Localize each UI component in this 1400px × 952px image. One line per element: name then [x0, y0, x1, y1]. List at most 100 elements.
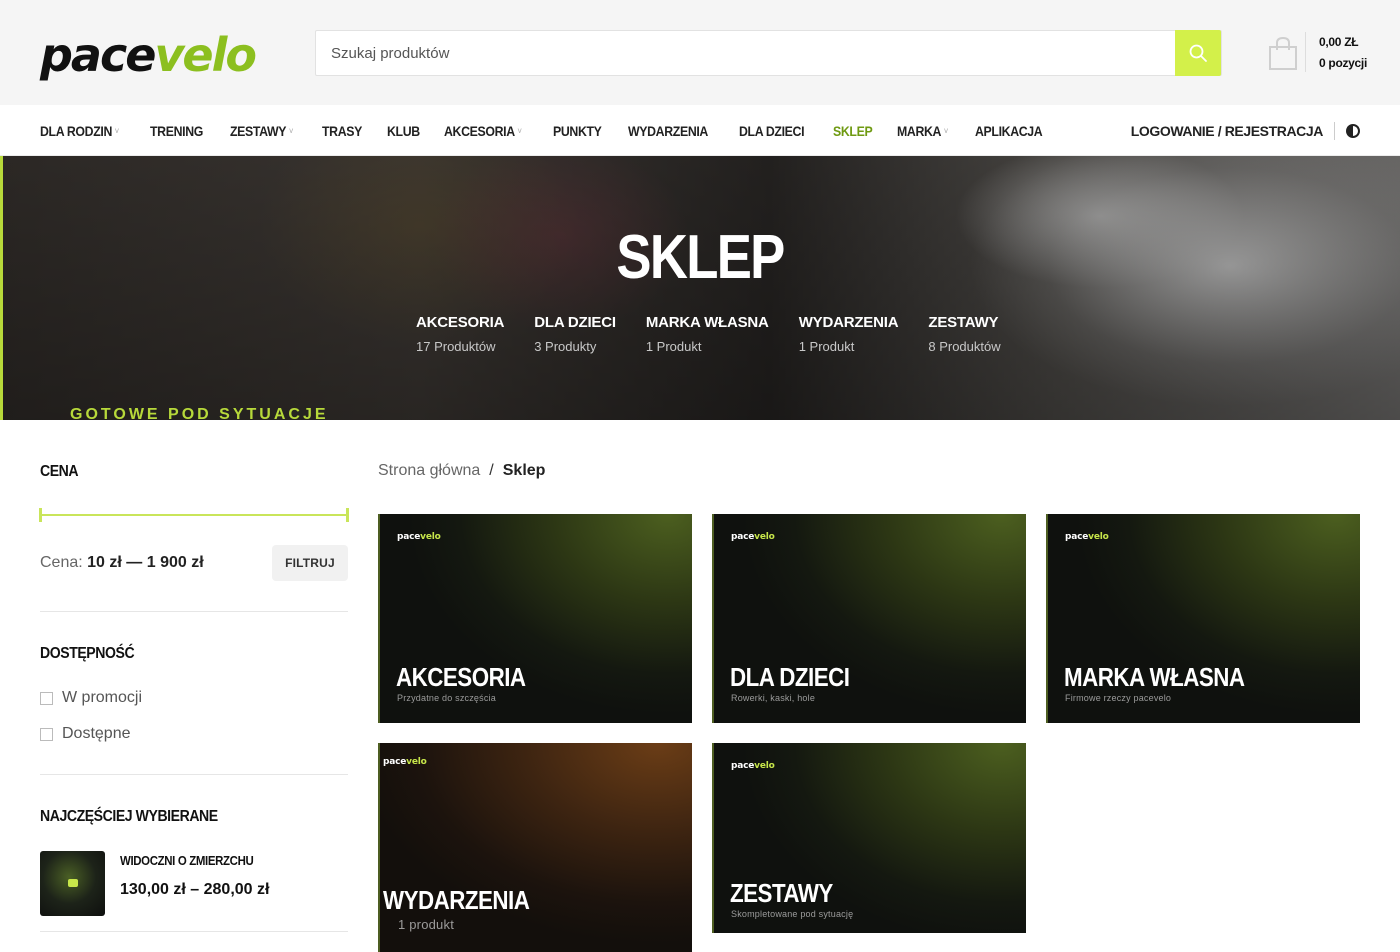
chevron-down-icon: ˅	[114, 125, 120, 136]
hero-category-link[interactable]: MARKA WŁASNA 1 Produkt	[646, 314, 769, 354]
search-icon	[1189, 44, 1207, 62]
cart-total[interactable]: 0,00 ZŁ	[1319, 35, 1359, 49]
hero-category-link[interactable]: WYDARZENIA 1 Produkt	[799, 314, 899, 354]
product-name[interactable]: WIDOCZNI O ZMIERZCHU	[120, 853, 254, 868]
hero-category-list: AKCESORIA 17 Produktów DLA DZIECI 3 Produkt…	[416, 314, 1031, 354]
card-logo-part-1: pace	[731, 761, 755, 771]
card-logo: pacevelo	[1065, 532, 1109, 542]
card-edge	[1046, 514, 1048, 723]
hero-strip-text: GOTOWE POD SYTUACJE	[70, 406, 329, 420]
card-logo: pacevelo	[731, 761, 775, 771]
card-edge	[378, 514, 380, 723]
nav-item-label: WYDARZENIA	[627, 122, 708, 139]
card-logo-part-1: pace	[731, 532, 755, 542]
card-edge	[712, 514, 714, 723]
chevron-down-icon: ˅	[944, 125, 949, 136]
card-subtitle: 1 produkt	[398, 917, 455, 932]
price-range-label: Cena: 10 zł — 1 900 zł	[40, 554, 204, 572]
nav-item-zestawy[interactable]: ZESTAWY ˅	[230, 123, 293, 139]
hero-category-name: DLA DZIECI	[534, 314, 616, 331]
cart-item-count[interactable]: 0 pozycji	[1319, 56, 1367, 70]
nav-item-klub[interactable]: KLUB	[387, 123, 420, 139]
nav-item-label: AKCESORIA	[444, 122, 516, 139]
login-register-link[interactable]: LOGOWANIE / REJESTRACJA	[1131, 123, 1324, 139]
nav-divider	[1334, 121, 1335, 140]
site-header: pacevelo 0,00 ZŁ 0 pozycji	[0, 0, 1400, 105]
chevron-down-icon: ˅	[517, 125, 523, 136]
hero-category-link[interactable]: AKCESORIA 17 Produktów	[416, 314, 504, 354]
sidebar-divider	[40, 774, 348, 775]
nav-item-label: DLA DZIECI	[738, 122, 805, 139]
price-filter-title: CENA	[40, 463, 79, 480]
nav-item-label: TRENING	[149, 122, 203, 139]
category-card[interactable]: pacevelo WYDARZENIA 1 produkt	[378, 743, 692, 952]
nav-item-label: ZESTAWY	[229, 122, 287, 139]
hero-category-name: WYDARZENIA	[798, 314, 899, 331]
nav-item-trasy[interactable]: TRASY	[322, 123, 362, 139]
nav-item-label: SKLEP	[832, 122, 873, 139]
nav-item-aplikacja[interactable]: APLIKACJA	[975, 123, 1043, 139]
card-logo-part-2: velo	[754, 761, 775, 771]
availability-option-label: W promocji	[62, 689, 143, 706]
search-input[interactable]	[316, 31, 1176, 75]
category-card[interactable]: pacevelo AKCESORIA Przydatne do szczęścia	[378, 514, 692, 723]
price-slider[interactable]	[39, 508, 349, 522]
site-logo[interactable]: pace velo	[40, 28, 257, 82]
availability-option-promo[interactable]: W promocji	[40, 689, 142, 707]
sidebar-divider	[40, 611, 348, 612]
theme-toggle-icon[interactable]	[1346, 123, 1360, 138]
nav-item-wydarzenia[interactable]: WYDARZENIA	[628, 123, 708, 139]
category-card[interactable]: pacevelo ZESTAWY Skompletowane pod sytuacj…	[712, 743, 1026, 933]
card-subtitle: Przydatne do szczęścia	[397, 693, 496, 703]
price-slider-min-handle[interactable]	[39, 508, 42, 522]
nav-item-sklep[interactable]: SKLEP	[832, 122, 873, 139]
sidebar-divider	[40, 931, 348, 932]
hero-category-count: 17 Produktów	[416, 339, 496, 354]
page-title: SKLEP	[616, 223, 785, 292]
hero-category-count: 3 Produkty	[534, 339, 597, 354]
checkbox[interactable]	[40, 691, 53, 705]
card-logo-part-2: velo	[406, 757, 427, 767]
nav-account-area: LOGOWANIE / REJESTRACJA	[1131, 105, 1360, 156]
main-navigation: DLA RODZIN ˅ TRENING ZESTAWY ˅ TRASY KLUB AKCES…	[0, 105, 1400, 156]
hero-category-name: ZESTAWY	[928, 314, 999, 331]
chevron-down-icon: ˅	[288, 125, 294, 136]
filter-button[interactable]: FILTRUJ	[272, 545, 348, 581]
search-button[interactable]	[1175, 30, 1221, 76]
hero-category-link[interactable]: DLA DZIECI 3 Produkty	[534, 314, 616, 354]
logo-part-2: velo	[154, 28, 257, 82]
availability-title: DOSTĘPNOŚĆ	[40, 645, 135, 662]
nav-item-label: TRASY	[321, 122, 362, 139]
nav-item-marka[interactable]: MARKA ˅	[897, 123, 948, 139]
logo-part-1: pace	[40, 28, 156, 82]
price-slider-max-handle[interactable]	[346, 508, 349, 522]
card-subtitle: Firmowe rzeczy pacevelo	[1065, 693, 1172, 703]
nav-item-akcesoria[interactable]: AKCESORIA ˅	[444, 123, 522, 139]
card-logo: pacevelo	[731, 532, 775, 542]
hero-category-link[interactable]: ZESTAWY 8 Produktów	[928, 314, 1000, 354]
nav-item-dla-rodzin[interactable]: DLA RODZIN ˅	[40, 123, 119, 139]
card-edge	[712, 743, 714, 933]
availability-option-label: Dostępne	[62, 725, 131, 742]
nav-item-trening[interactable]: TRENING	[150, 123, 203, 139]
card-title: DLA DZIECI	[730, 662, 850, 692]
card-subtitle: Skompletowane pod sytuację	[731, 909, 854, 919]
price-prefix: Cena:	[40, 554, 83, 571]
hero-accent-line	[0, 156, 3, 420]
category-card[interactable]: pacevelo MARKA WŁASNA Firmowe rzeczy pacev…	[1046, 514, 1360, 723]
category-card[interactable]: pacevelo DLA DZIECI Rowerki, kaski, hole	[712, 514, 1026, 723]
search-bar	[315, 30, 1222, 76]
hero-category-count: 1 Produkt	[798, 339, 855, 354]
checkbox[interactable]	[40, 727, 53, 741]
card-title: AKCESORIA	[396, 662, 526, 692]
product-thumbnail[interactable]	[40, 851, 105, 916]
breadcrumb-home-link[interactable]: Strona główna	[378, 462, 480, 480]
shopping-bag-icon	[1269, 36, 1297, 70]
nav-item-dla-dzieci[interactable]: DLA DZIECI	[738, 122, 805, 139]
availability-option-in-stock[interactable]: Dostępne	[40, 725, 131, 743]
card-logo-part-2: velo	[420, 532, 441, 542]
card-title: MARKA WŁASNA	[1064, 662, 1245, 692]
nav-item-label: KLUB	[387, 122, 420, 139]
hero-category-name: MARKA WŁASNA	[645, 314, 769, 331]
nav-item-punkty[interactable]: PUNKTY	[553, 123, 602, 139]
